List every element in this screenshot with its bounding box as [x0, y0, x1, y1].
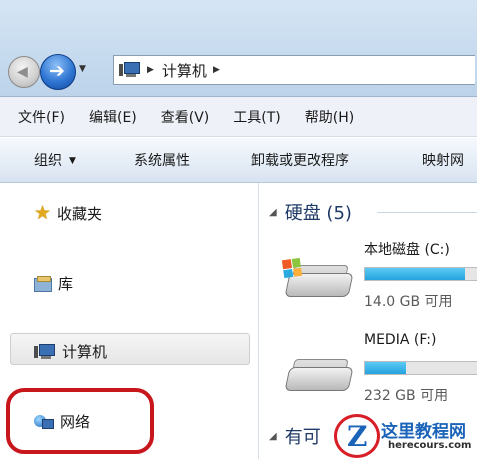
local-disk-c-icon[interactable] — [281, 257, 354, 303]
menu-tools[interactable]: 工具(T) — [233, 107, 280, 127]
computer-icon — [119, 61, 141, 79]
menu-bar: 文件(F) 编辑(E) 查看(V) 工具(T) 帮助(H) — [0, 97, 477, 137]
organize-label: 组织 — [34, 153, 62, 169]
windows-logo-icon — [281, 257, 303, 279]
drive-f-usage-bar — [364, 361, 477, 375]
breadcrumb-separator-icon[interactable]: ▶ — [213, 65, 220, 75]
drive-c-usage-bar — [364, 267, 477, 281]
collapse-triangle-icon: ◢ — [269, 206, 277, 218]
library-icon — [34, 276, 52, 292]
navigation-pane: ★ 收藏夹 库 计算机 网络 — [0, 183, 259, 459]
nav-favorites[interactable]: ★ 收藏夹 — [34, 203, 102, 224]
address-bar[interactable]: ▶ 计算机 ▶ — [113, 55, 475, 85]
group-divider — [377, 212, 477, 213]
recent-pages-dropdown-icon[interactable]: ▼ — [79, 64, 86, 74]
menu-view[interactable]: 查看(V) — [161, 107, 210, 127]
system-properties-button[interactable]: 系统属性 — [134, 150, 190, 170]
nav-computer-label: 计算机 — [62, 343, 108, 361]
map-network-drive-button[interactable]: 映射网 — [422, 150, 464, 170]
breadcrumb-separator-icon[interactable]: ▶ — [147, 65, 154, 75]
nav-libraries-label: 库 — [58, 275, 74, 293]
removable-group-label: 有可 — [284, 427, 321, 448]
back-button[interactable]: ◀ — [8, 56, 40, 88]
drive-c-free-space: 14.0 GB 可用 — [364, 294, 453, 310]
drive-f-name[interactable]: MEDIA (F:) — [364, 332, 436, 348]
forward-button[interactable]: ➔ — [40, 54, 76, 90]
menu-help[interactable]: 帮助(H) — [305, 107, 354, 127]
uninstall-program-button[interactable]: 卸载或更改程序 — [251, 150, 349, 170]
watermark-logo: Z — [334, 414, 380, 458]
menu-file[interactable]: 文件(F) — [18, 107, 65, 127]
title-bar: ◀ ➔ ▼ ▶ 计算机 ▶ — [0, 0, 477, 97]
media-drive-f-icon[interactable] — [283, 353, 354, 397]
network-highlight-annotation — [6, 388, 154, 454]
back-arrow-icon: ◀ — [17, 64, 28, 80]
menu-edit[interactable]: 编辑(E) — [89, 107, 137, 127]
computer-icon — [34, 343, 56, 361]
breadcrumb-computer[interactable]: 计算机 — [162, 60, 207, 81]
nav-favorites-label: 收藏夹 — [57, 205, 103, 223]
hard-disks-group-header[interactable]: ◢ 硬盘 (5) — [269, 199, 352, 225]
collapse-triangle-icon: ◢ — [269, 430, 277, 442]
star-icon: ★ — [34, 202, 52, 224]
removable-storage-group-header[interactable]: ◢ 有可 — [269, 423, 321, 449]
drive-f-free-space: 232 GB 可用 — [364, 388, 449, 404]
nav-libraries[interactable]: 库 — [34, 273, 73, 294]
organize-button[interactable]: 组织 ▼ — [34, 150, 76, 170]
chevron-down-icon: ▼ — [69, 156, 76, 166]
drive-c-name[interactable]: 本地磁盘 (C:) — [364, 239, 450, 259]
watermark-title: 这里教程网 — [381, 422, 466, 442]
command-bar: 组织 ▼ 系统属性 卸载或更改程序 映射网 — [0, 138, 477, 183]
forward-arrow-icon: ➔ — [49, 60, 65, 82]
hard-disks-group-label: 硬盘 (5) — [284, 203, 352, 224]
nav-computer[interactable]: 计算机 — [34, 341, 107, 362]
site-watermark: Z 这里教程网 herecours.com — [334, 414, 477, 459]
watermark-url: herecours.com — [388, 440, 472, 451]
